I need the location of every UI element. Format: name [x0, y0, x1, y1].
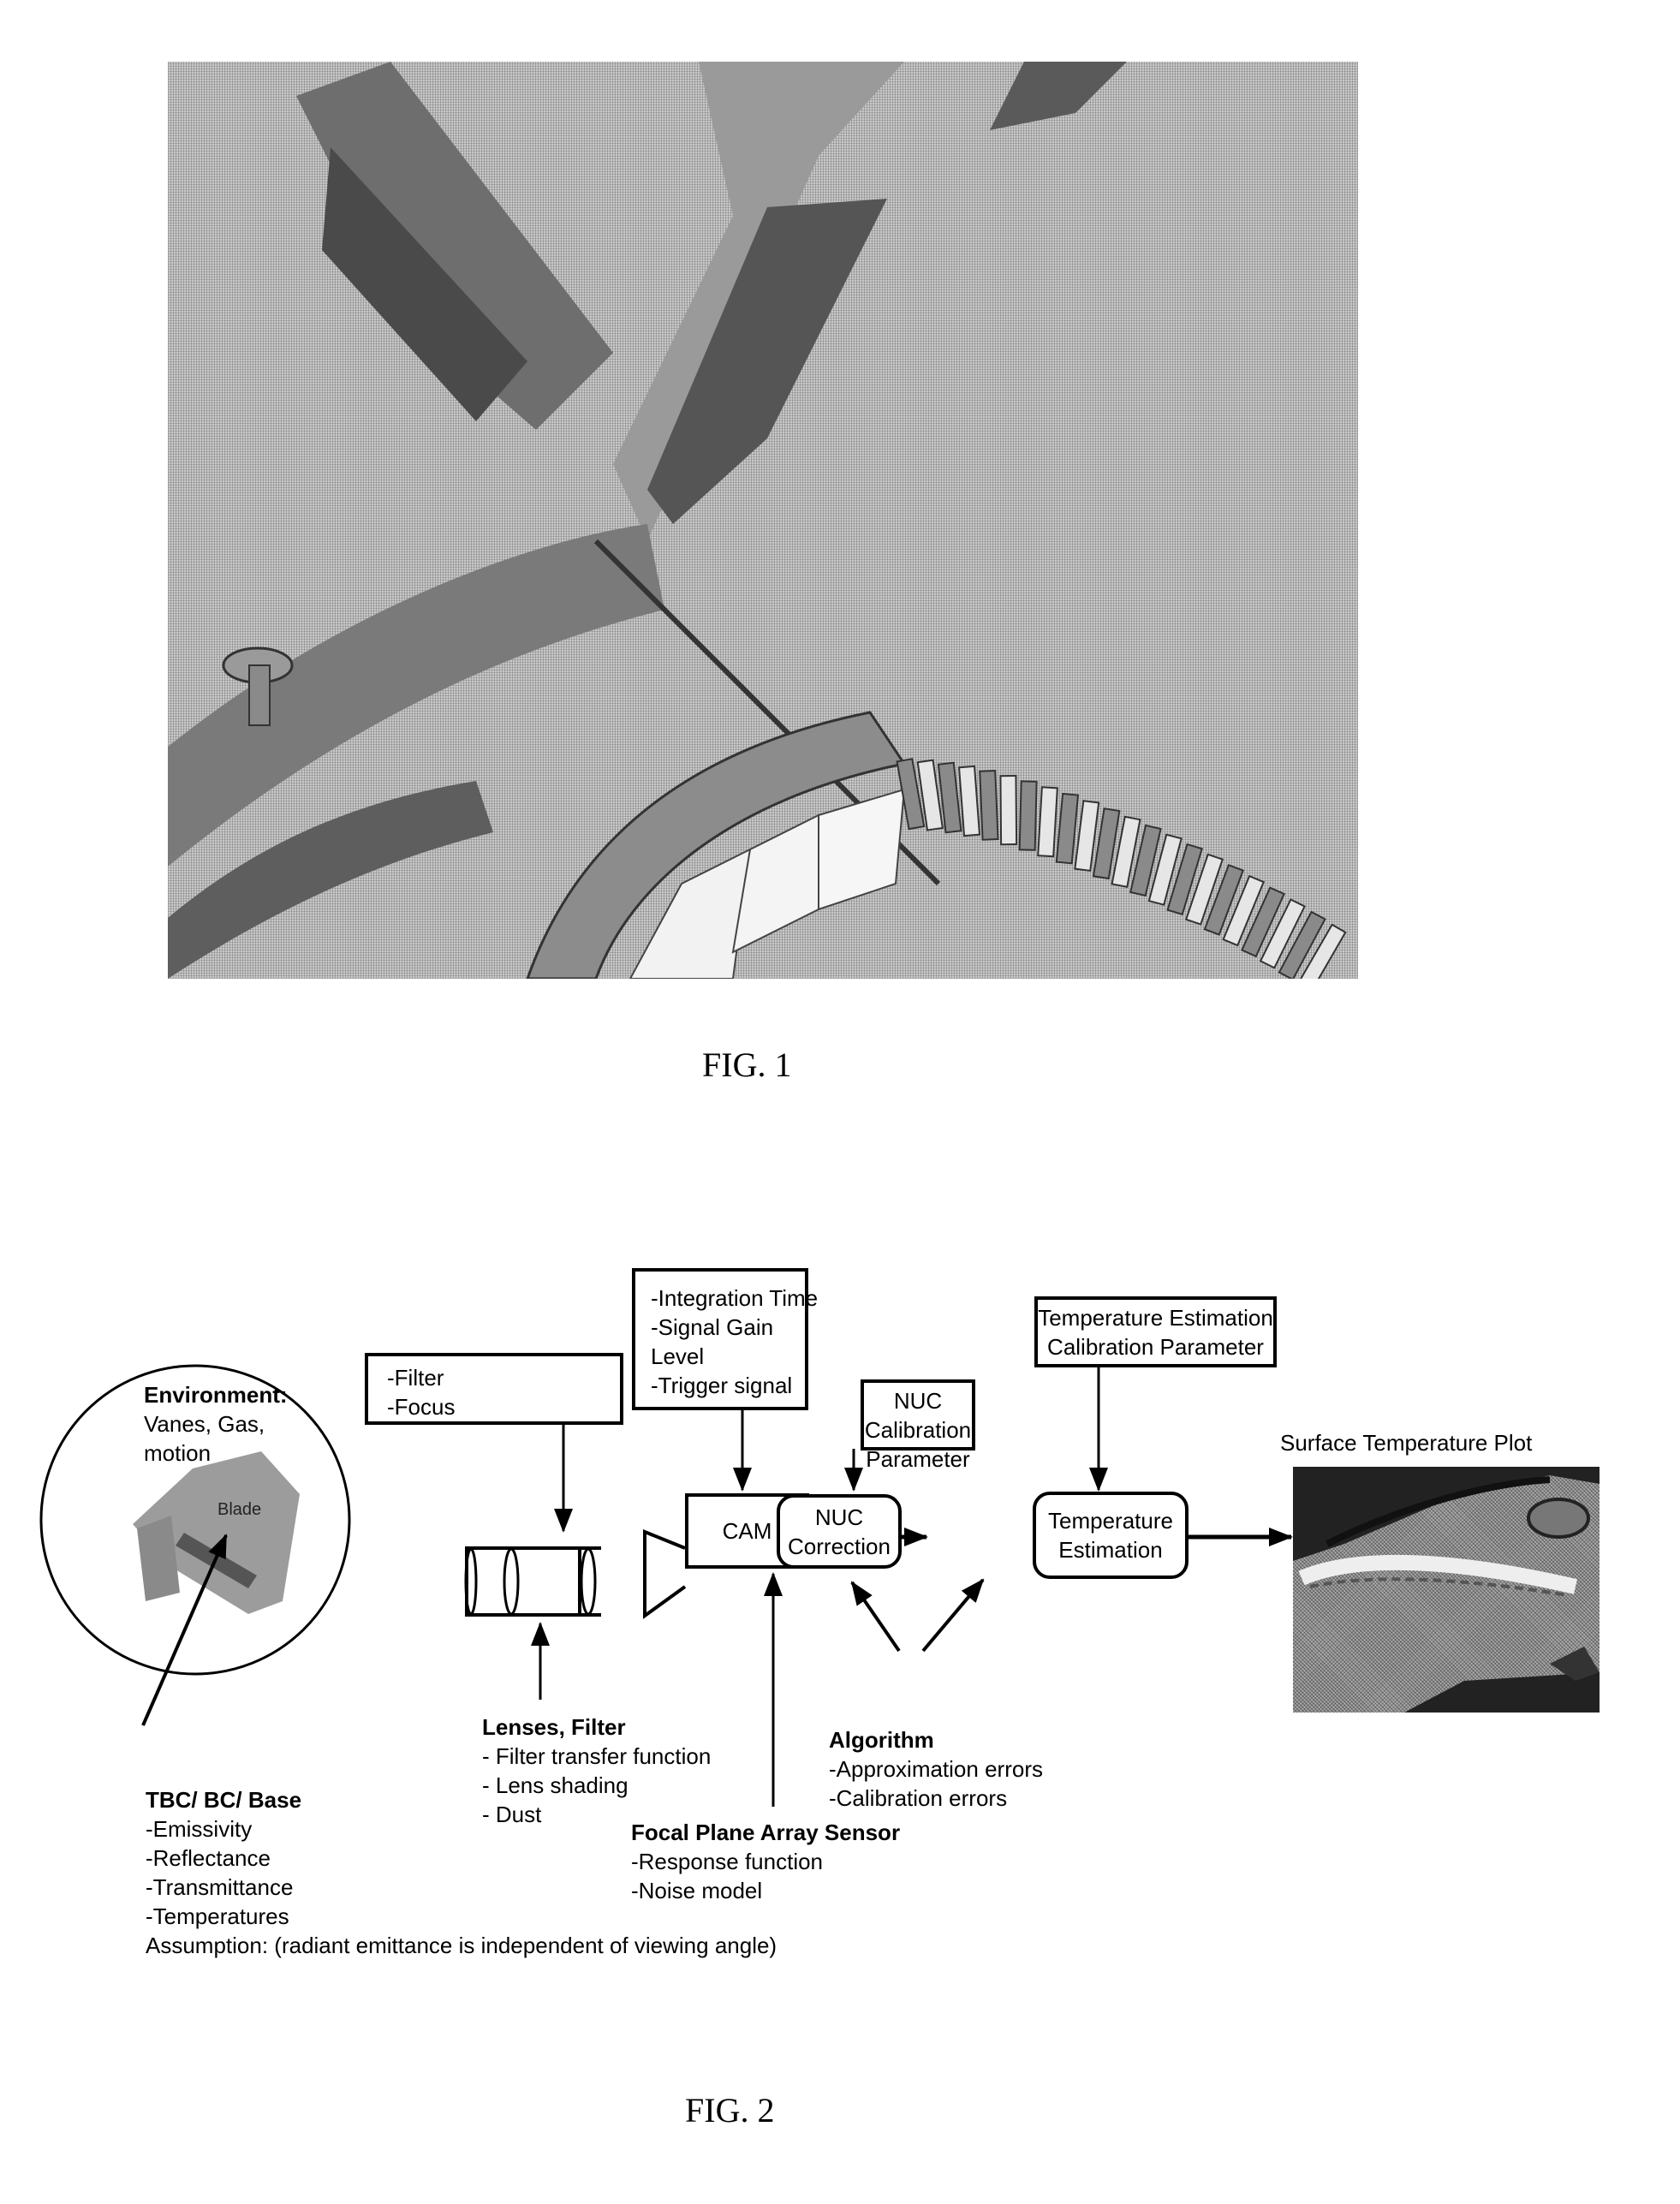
fpa-line: -Noise model	[631, 1878, 763, 1903]
tbc-line: -Temperatures	[146, 1903, 289, 1929]
filter-focus-box: -Filter -Focus	[365, 1353, 623, 1425]
algorithm-to-temp-arrow	[921, 1578, 985, 1653]
temp-estimation-box: Temperature Estimation	[1033, 1492, 1189, 1579]
fpa-title: Focal Plane Array Sensor	[631, 1820, 901, 1845]
temp-calibration-box: Temperature Estimation Calibration Param…	[1034, 1296, 1277, 1367]
algorithm-title: Algorithm	[829, 1727, 934, 1753]
filter-focus-line: -Focus	[387, 1394, 456, 1420]
blade-graphic	[133, 1451, 300, 1614]
surface-plot-label: Surface Temperature Plot	[1280, 1430, 1533, 1456]
fpa-line: -Response function	[631, 1849, 824, 1874]
camera-settings-line: Level	[651, 1343, 705, 1369]
fig2-caption: FIG. 2	[685, 2091, 775, 2130]
camera-settings-line: -Signal Gain	[651, 1314, 774, 1340]
environment-line: Vanes, Gas,	[144, 1411, 265, 1437]
environment-line: motion	[144, 1440, 211, 1466]
nuc-correction-line: Correction	[788, 1533, 891, 1559]
algorithm-label: Algorithm -Approximation errors -Calibra…	[829, 1725, 1043, 1813]
camera-label: CAM	[722, 1518, 772, 1544]
nuc-calibration-line: Parameter	[866, 1446, 970, 1472]
nuc-calibration-line: Calibration	[864, 1417, 972, 1443]
algorithm-line: -Approximation errors	[829, 1756, 1043, 1782]
lenses-line: - Lens shading	[482, 1772, 629, 1798]
filter-focus-line: -Filter	[387, 1365, 444, 1391]
environment-label: Environment: Vanes, Gas, motion	[144, 1380, 288, 1468]
lenses-label: Lenses, Filter - Filter transfer functio…	[482, 1713, 711, 1829]
temp-calibration-line: Temperature Estimation	[1038, 1304, 1273, 1331]
temp-calibration-line: Calibration Parameter	[1047, 1333, 1264, 1360]
lenses-title: Lenses, Filter	[482, 1714, 626, 1740]
fpa-label: Focal Plane Array Sensor -Response funct…	[631, 1818, 900, 1905]
environment-title: Environment:	[144, 1382, 288, 1408]
temp-estimation-line: Temperature	[1048, 1508, 1173, 1534]
nuc-correction-box: NUC Correction	[777, 1494, 902, 1569]
nuc-calibration-text: NUC Calibration Parameter	[861, 1386, 975, 1474]
nuc-correction-line: NUC	[814, 1504, 864, 1530]
camera-settings-line: -Integration Time	[651, 1285, 819, 1311]
camera-settings-box: -Integration Time -Signal Gain Level -Tr…	[632, 1268, 819, 1410]
surface-plot-shapes	[1293, 1467, 1600, 1713]
camera-settings-line: -Trigger signal	[651, 1373, 793, 1398]
algorithm-line: -Calibration errors	[829, 1785, 1008, 1811]
camera-lens-icon	[643, 1529, 687, 1619]
lens-assembly-icon	[464, 1546, 601, 1617]
lenses-line: - Filter transfer function	[482, 1743, 712, 1769]
blade-label: Blade	[217, 1500, 262, 1519]
nuc-calibration-line: NUC	[893, 1388, 943, 1414]
tbc-assumption: Assumption: (radiant emittance is indepe…	[146, 1933, 777, 1958]
algorithm-to-nuc-arrow	[850, 1581, 901, 1653]
surface-temperature-plot-image	[1293, 1467, 1600, 1713]
temp-estimation-line: Estimation	[1058, 1537, 1163, 1563]
